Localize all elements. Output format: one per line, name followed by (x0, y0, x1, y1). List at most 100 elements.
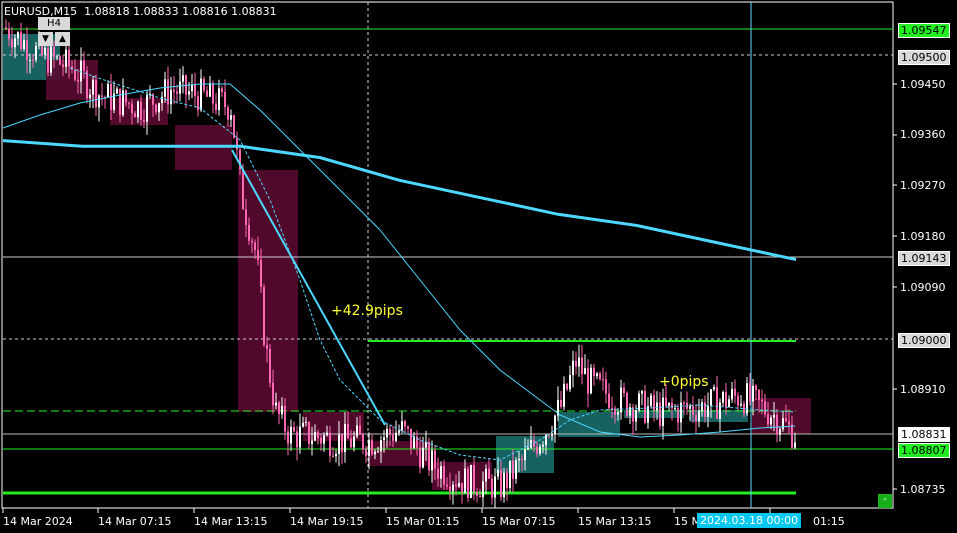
candle-body (605, 379, 607, 394)
candle-body (89, 94, 91, 99)
candle-body (212, 83, 214, 104)
candle-body (470, 464, 472, 498)
candle-body (119, 88, 121, 115)
candle-body (794, 442, 796, 448)
price-label-level-2: 1.09143 (898, 251, 950, 266)
candle-body (791, 424, 793, 448)
price-label-bid: 1.08831 (898, 427, 950, 442)
candle-body (758, 389, 760, 400)
candle-body (788, 421, 790, 425)
candle-body (206, 90, 208, 97)
candle-body (98, 95, 100, 108)
candle-body (14, 38, 16, 48)
candle-body (248, 225, 250, 241)
candle-body (428, 442, 430, 471)
candle-body (542, 444, 544, 447)
candle-body (176, 91, 178, 94)
collapse-button[interactable]: - (878, 494, 892, 508)
candle-body (638, 393, 640, 411)
candle-body (782, 418, 784, 430)
candle-body (698, 410, 700, 422)
candle-body (644, 391, 646, 423)
candle-body (272, 382, 274, 406)
candle-body (197, 96, 199, 110)
candle-body (779, 429, 781, 435)
candle-body (29, 59, 31, 61)
candle-body (260, 260, 262, 287)
candle-body (161, 96, 163, 104)
candle-body (641, 391, 643, 394)
price-label-level-1: 1.09500 (898, 50, 950, 65)
crosshair-date-label: 2024.03.18 00:00 (697, 513, 802, 528)
candle-body (689, 406, 691, 409)
price-chart[interactable] (0, 0, 957, 533)
candle-body (371, 439, 373, 455)
candle-body (68, 49, 70, 67)
candle-body (287, 431, 289, 444)
candle-body (659, 402, 661, 426)
candle-body (740, 403, 742, 406)
candle-body (575, 360, 577, 367)
candle-body (578, 357, 580, 367)
candle-body (479, 495, 481, 498)
candle-body (773, 414, 775, 418)
candle-body (251, 240, 253, 243)
candle-body (704, 402, 706, 417)
candle-body (26, 40, 28, 60)
price-tick-label: 1.09450 (900, 78, 946, 91)
candle-body (725, 391, 727, 407)
candle-body (722, 391, 724, 403)
candle-body (512, 460, 514, 479)
candle-body (311, 440, 313, 444)
candle-body (563, 383, 565, 407)
candle-body (356, 425, 358, 437)
arrow-up-icon[interactable]: ▲ (55, 32, 70, 46)
candle-body (632, 407, 634, 422)
candle-body (599, 373, 601, 380)
candle-body (419, 447, 421, 468)
candle-body (230, 115, 232, 120)
candle-body (566, 383, 568, 390)
candle-body (74, 69, 76, 80)
candle-body (53, 46, 55, 58)
candle-body (173, 89, 175, 92)
candle-body (422, 447, 424, 468)
ohlc-values: 1.08818 1.08833 1.08816 1.08831 (84, 5, 277, 18)
candle-body (17, 32, 19, 39)
candle-body (209, 83, 211, 97)
time-tick-label: 14 Mar 07:15 (98, 515, 172, 528)
candle-body (11, 39, 13, 48)
candle-body (749, 383, 751, 402)
arrow-down-icon[interactable]: ▼ (38, 32, 53, 46)
candle-body (587, 368, 589, 394)
candle-body (581, 357, 583, 375)
candle-body (77, 79, 79, 82)
candle-body (485, 468, 487, 482)
candle-body (179, 81, 181, 94)
candle-body (680, 402, 682, 423)
candle-body (383, 437, 385, 441)
pips-annotation-left: +42.9pips (331, 303, 403, 319)
candle-body (92, 79, 94, 95)
candle-body (221, 88, 223, 93)
candle-body (596, 373, 598, 377)
candle-body (233, 115, 235, 138)
candle-body (404, 421, 406, 427)
candle-body (44, 47, 46, 55)
candle-body (32, 59, 34, 61)
time-tick-label: 15 Mar 07:15 (482, 515, 556, 528)
candle-body (695, 415, 697, 422)
candle-body (227, 107, 229, 120)
candle-body (491, 478, 493, 498)
candle-body (593, 367, 595, 377)
candle-body (101, 95, 103, 98)
candle-body (431, 450, 433, 471)
candle-body (440, 466, 442, 479)
candle-body (584, 368, 586, 375)
timeframe-h4-button[interactable]: H4 (38, 17, 70, 30)
candle-body (767, 414, 769, 425)
candle-body (320, 437, 322, 444)
candle-body (602, 379, 604, 381)
price-label-green-top: 1.09547 (898, 23, 950, 38)
candle-body (146, 95, 148, 122)
